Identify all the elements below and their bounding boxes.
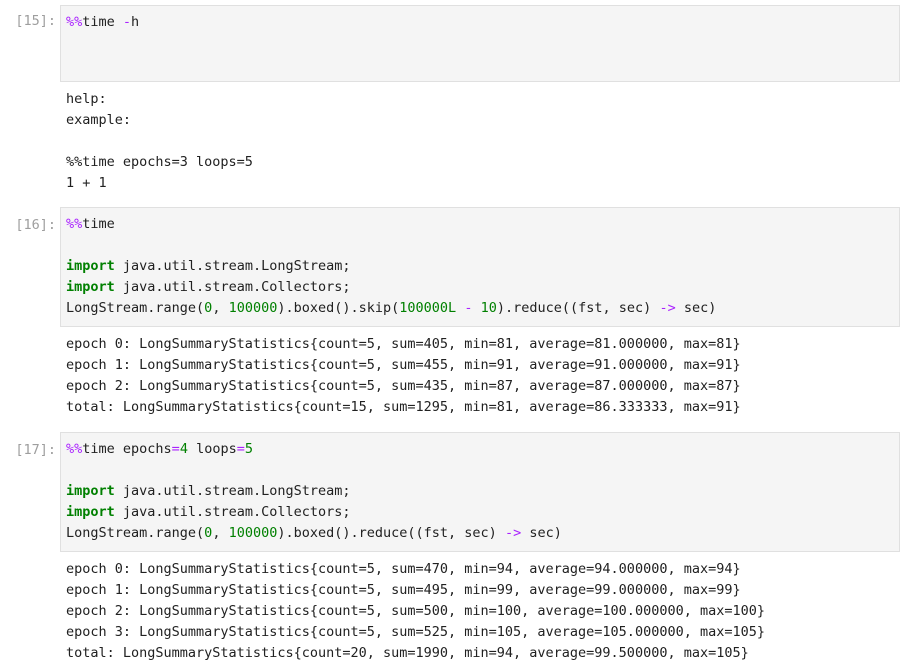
code-token: import [66, 483, 115, 499]
cell-prompt: [17]: [15, 442, 56, 458]
output-line: total: LongSummaryStatistics{count=20, s… [66, 645, 749, 661]
code-token: java.util.stream.Collectors; [114, 504, 351, 520]
code-token: %% [66, 441, 83, 457]
code-line: LongStream.range(0, 100000).boxed().redu… [66, 523, 899, 544]
code-token: = [171, 441, 180, 457]
code-line: import java.util.stream.LongStream; [66, 481, 899, 502]
code-token: = [236, 441, 245, 457]
code-token: import [66, 504, 115, 520]
output-line: epoch 1: LongSummaryStatistics{count=5, … [66, 582, 741, 598]
output-line: epoch 2: LongSummaryStatistics{count=5, … [66, 603, 765, 619]
code-token: sec) [521, 525, 562, 541]
code-token: loops [187, 441, 237, 457]
output-line: epoch 0: LongSummaryStatistics{count=5, … [66, 561, 741, 577]
code-token: LongStream.range( [66, 525, 205, 541]
code-line: import java.util.stream.Collectors; [66, 502, 899, 523]
code-token: java.util.stream.LongStream; [114, 483, 351, 499]
code-input[interactable]: %%time epochs=4 loops=5 import java.util.… [60, 432, 900, 552]
code-token: time epochs [82, 441, 172, 457]
code-token: -> [504, 525, 522, 541]
output-line: epoch 3: LongSummaryStatistics{count=5, … [66, 624, 765, 640]
code-line: %%time epochs=4 loops=5 [66, 439, 899, 460]
cell-output: epoch 0: LongSummaryStatistics{count=5, … [66, 559, 900, 664]
code-token: , [212, 525, 229, 541]
cell-17: [17]: %%time epochs=4 loops=5 import java… [0, 0, 900, 671]
code-token: 100000 [228, 525, 278, 541]
code-token: ).boxed().reduce((fst, sec) [277, 525, 505, 541]
code-token: 4 [179, 441, 188, 457]
code-token: 5 [244, 441, 254, 457]
